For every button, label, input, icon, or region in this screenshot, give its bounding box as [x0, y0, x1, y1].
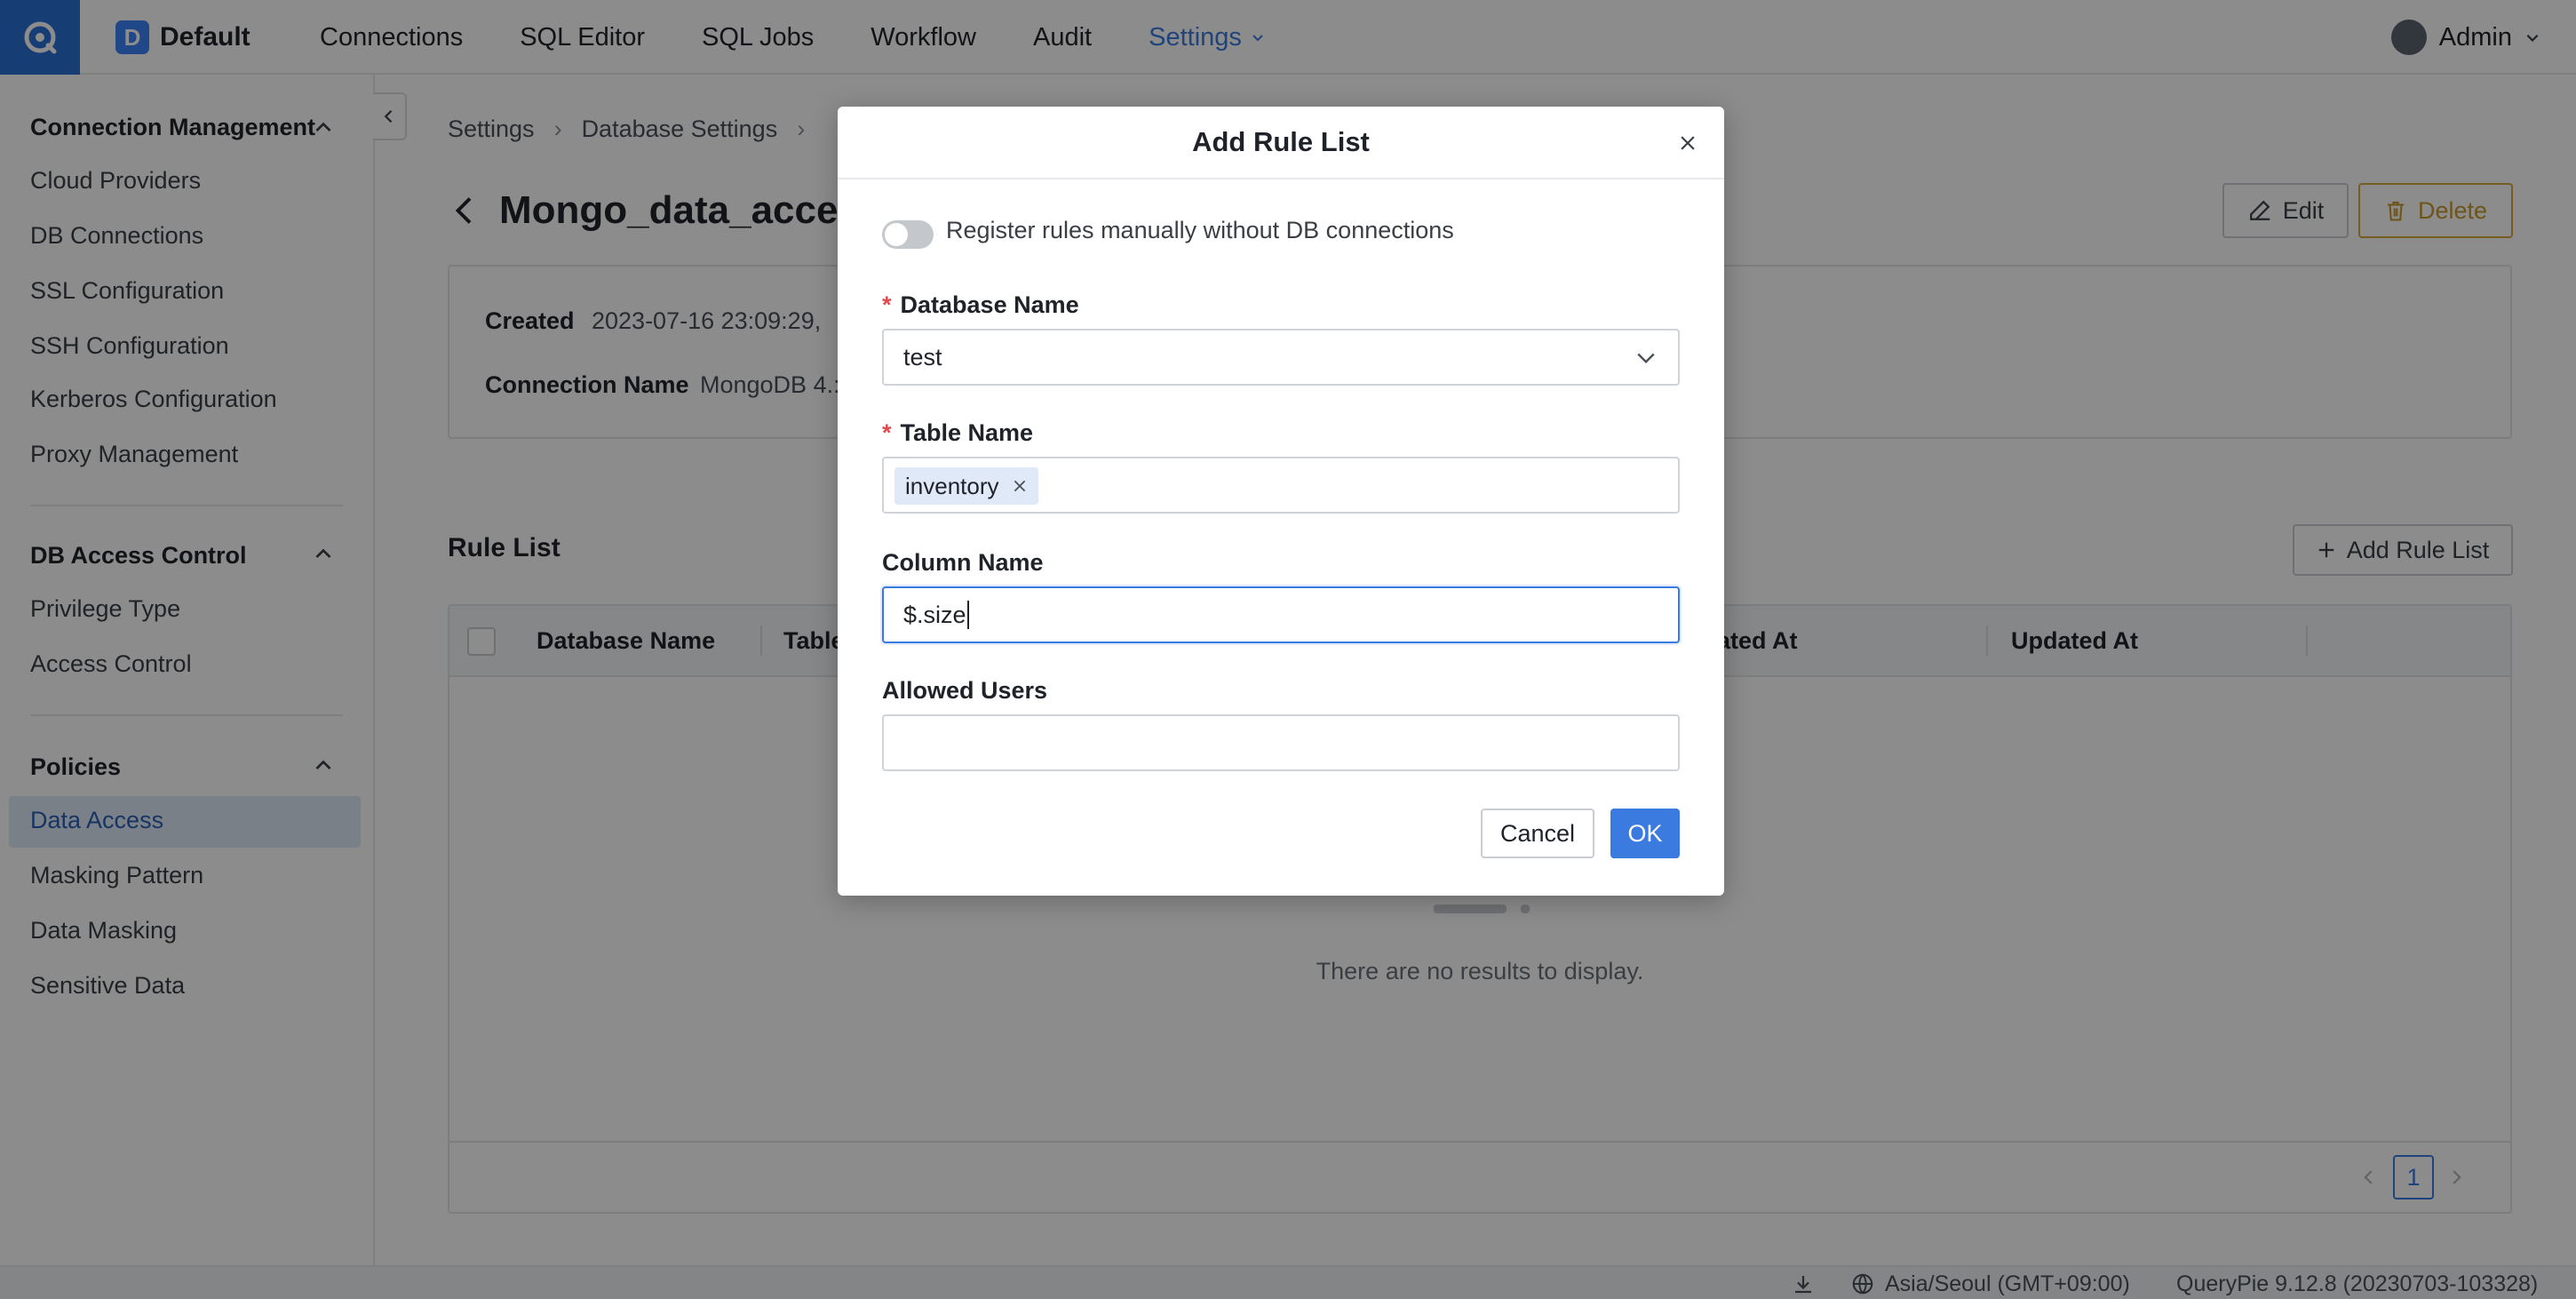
database-name-select[interactable]: test [882, 329, 1680, 386]
chevron-down-icon [1637, 353, 1655, 363]
column-name-input[interactable]: $.size [882, 586, 1680, 643]
column-name-value: $.size [903, 601, 966, 628]
column-name-label: Column Name [882, 549, 1044, 576]
manual-register-toggle[interactable] [882, 220, 934, 249]
manual-register-label: Register rules manually without DB conne… [946, 217, 1454, 243]
modal-header: Add Rule List [838, 107, 1724, 179]
table-name-label-text: Table Name [900, 419, 1034, 446]
modal-title: Add Rule List [1192, 126, 1370, 157]
allowed-users-label: Allowed Users [882, 677, 1048, 704]
toggle-knob [885, 223, 908, 246]
table-name-input[interactable]: inventory [882, 457, 1680, 514]
required-marker: * [882, 291, 892, 318]
database-name-value: test [903, 343, 942, 371]
allowed-users-input[interactable] [882, 714, 1680, 771]
database-name-label-text: Database Name [900, 291, 1079, 318]
table-tag: inventory [894, 467, 1038, 505]
ok-button[interactable]: OK [1610, 809, 1680, 858]
database-name-label: * Database Name [882, 291, 1079, 319]
cancel-button[interactable]: Cancel [1481, 809, 1594, 858]
text-caret [966, 601, 969, 629]
close-icon [1681, 136, 1695, 150]
required-marker: * [882, 419, 892, 446]
add-rule-list-modal: Add Rule List Register rules manually wi… [838, 107, 1724, 896]
tag-remove-icon[interactable] [1012, 478, 1028, 494]
column-name-text: $.size [903, 588, 969, 642]
modal-close-button[interactable] [1671, 126, 1705, 160]
table-name-label: * Table Name [882, 419, 1033, 447]
table-tag-label: inventory [905, 472, 999, 499]
